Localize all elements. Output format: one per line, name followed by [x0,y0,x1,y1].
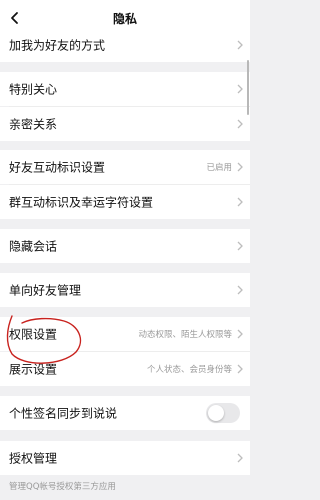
settings-row-label: 个性签名同步到说说 [9,406,118,421]
signature-sync-toggle[interactable] [206,403,240,423]
settings-row-label: 群互动标识及幸运字符设置 [9,195,154,210]
settings-row-one-way-friends[interactable]: 单向好友管理 [0,273,250,307]
settings-row-special-care[interactable]: 特别关心 [0,72,250,106]
settings-row-label: 亲密关系 [9,117,58,132]
settings-row-authorization[interactable]: 授权管理 [0,441,250,475]
chevron-right-icon [237,329,243,339]
settings-row-label: 授权管理 [9,451,58,466]
chevron-right-icon [237,285,243,295]
settings-row-label: 加我为好友的方式 [9,38,106,53]
chevron-right-icon [237,453,243,463]
chevron-right-icon [237,364,243,374]
settings-row-label: 展示设置 [9,362,58,377]
toggle-knob [208,405,224,421]
settings-row-add-friend-method[interactable]: 加我为好友的方式 [0,28,250,62]
scrollbar[interactable] [247,60,249,115]
settings-row-value: 个人状态、会员身份等 [146,365,232,375]
settings-row-label: 特别关心 [9,82,58,97]
settings-row-display[interactable]: 展示设置 个人状态、会员身份等 [0,352,250,386]
settings-row-label: 权限设置 [9,327,58,342]
chevron-right-icon [237,119,243,129]
chevron-right-icon [237,241,243,251]
settings-row-group-interaction-badge[interactable]: 群互动标识及幸运字符设置 [0,185,250,219]
settings-row-label: 单向好友管理 [9,283,82,298]
chevron-right-icon [237,40,243,50]
page-title: 隐私 [112,12,137,26]
chevron-right-icon [237,197,243,207]
settings-row-signature-sync: 个性签名同步到说说 [0,396,250,430]
settings-row-permissions[interactable]: 权限设置 动态权限、陌生人权限等 [0,317,250,351]
settings-row-value: 已启用 [206,163,232,173]
chevron-right-icon [237,162,243,172]
settings-row-intimate-relationship[interactable]: 亲密关系 [0,107,250,141]
authorization-footnote: 管理QQ帐号授权第三方应用 [9,482,116,492]
settings-row-label: 隐藏会话 [9,239,58,254]
chevron-right-icon [237,84,243,94]
settings-row-hidden-chats[interactable]: 隐藏会话 [0,229,250,263]
settings-row-friend-interaction-badge[interactable]: 好友互动标识设置 已启用 [0,150,250,184]
settings-row-label: 好友互动标识设置 [9,160,106,175]
settings-row-value: 动态权限、陌生人权限等 [138,330,232,340]
